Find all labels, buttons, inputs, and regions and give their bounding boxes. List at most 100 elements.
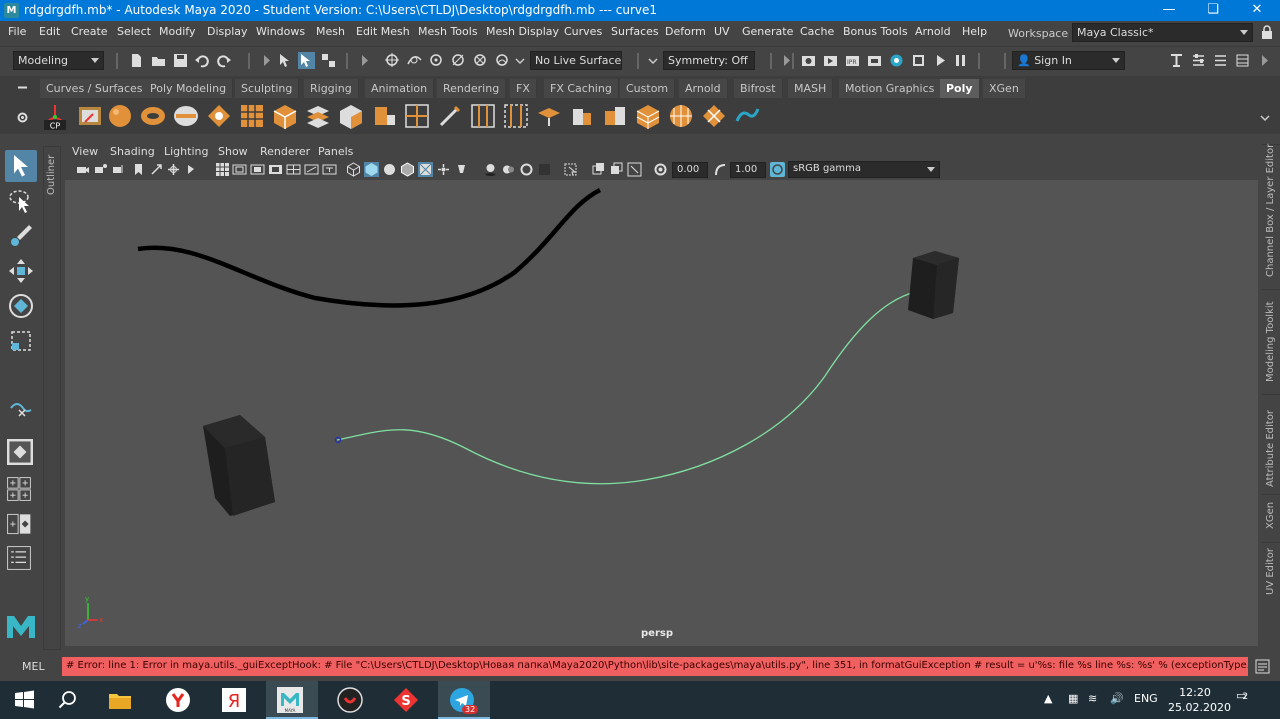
perspective-viewport[interactable]: y x z persp — [65, 180, 1258, 646]
smooth-icon[interactable] — [666, 101, 696, 131]
shelf-menu-icon[interactable] — [14, 79, 31, 96]
wireframe-icon[interactable] — [346, 162, 361, 177]
fill-hole-icon[interactable] — [600, 101, 630, 131]
render-frame-icon[interactable] — [822, 52, 839, 69]
minimize-icon[interactable]: — — [1146, 0, 1192, 21]
grid-toggle-icon[interactable] — [215, 162, 230, 177]
tab-xgen[interactable]: XGen — [983, 79, 1026, 98]
menu-mesh-tools[interactable]: Mesh Tools — [418, 25, 478, 38]
side-by-side-layout-icon[interactable] — [5, 510, 33, 538]
wifi-icon[interactable]: ≋ — [1088, 692, 1097, 705]
menu-edit-mesh[interactable]: Edit Mesh — [356, 25, 410, 38]
hud-toggle-icon[interactable] — [627, 162, 642, 177]
smooth-shade-icon[interactable] — [364, 162, 379, 177]
render-view-icon[interactable] — [800, 52, 817, 69]
error-output-field[interactable]: # Error: line 1: Error in maya.utils._gu… — [62, 657, 1248, 676]
menu-curves[interactable]: Curves — [564, 25, 602, 38]
maya-icon[interactable]: MAYA — [266, 681, 318, 719]
render-setup-icon[interactable] — [910, 52, 927, 69]
system-tray-app-icon[interactable]: ▦ — [1068, 692, 1078, 705]
undo-icon[interactable] — [194, 52, 211, 69]
use-default-material-icon[interactable] — [382, 162, 397, 177]
language-indicator[interactable]: ENG — [1134, 692, 1158, 705]
select-component-icon[interactable] — [320, 52, 337, 69]
clock[interactable]: 12:20 25.02.2020 — [1168, 685, 1231, 715]
live-surface-field[interactable]: No Live Surface — [530, 51, 622, 70]
pause-icon[interactable] — [952, 52, 969, 69]
workspace-select[interactable]: Maya Classic* — [1072, 23, 1253, 42]
panel-menu-panels[interactable]: Panels — [318, 145, 353, 158]
tab-attribute-editor[interactable]: Attribute Editor — [1262, 394, 1280, 489]
isolate-select-icon[interactable] — [563, 162, 578, 177]
menu-bonus-tools[interactable]: Bonus Tools — [843, 25, 908, 38]
mode-select[interactable]: Modeling — [13, 51, 104, 70]
tab-fx[interactable]: FX — [510, 79, 537, 98]
film-gate-icon[interactable] — [232, 162, 247, 177]
telegram-icon[interactable]: 32 — [438, 681, 490, 719]
combine-icon[interactable] — [633, 101, 663, 131]
tab-mash[interactable]: MASH — [788, 79, 834, 98]
tab-curves-surfaces[interactable]: Curves / Surfaces — [40, 79, 150, 98]
tab-custom[interactable]: Custom — [620, 79, 676, 98]
script-language-toggle[interactable]: MEL — [22, 660, 45, 673]
shadows-icon[interactable] — [483, 162, 498, 177]
menu-help[interactable]: Help — [962, 25, 987, 38]
offset-edge-loop-icon[interactable] — [501, 101, 531, 131]
panel-menu-shading[interactable]: Shading — [110, 145, 155, 158]
camera-select-icon[interactable] — [75, 162, 90, 177]
chevron-down-icon[interactable] — [645, 52, 662, 69]
script-editor-icon[interactable] — [1254, 658, 1271, 675]
field-chart-icon[interactable] — [286, 162, 301, 177]
paint-select-tool-icon[interactable] — [5, 220, 37, 252]
snap-live-icon[interactable] — [472, 52, 489, 69]
multisample-aa-icon[interactable] — [537, 162, 552, 177]
menu-select[interactable]: Select — [117, 25, 151, 38]
tab-xgen[interactable]: XGen — [1262, 494, 1280, 530]
tab-motion-graphics[interactable]: Motion Graphics — [839, 79, 942, 98]
layered-planes-icon[interactable] — [303, 101, 333, 131]
menu-deform[interactable]: Deform — [665, 25, 706, 38]
bridge-icon[interactable] — [534, 101, 564, 131]
motion-blur-icon[interactable] — [519, 162, 534, 177]
camera-attributes-icon[interactable] — [93, 162, 108, 177]
ipr-render-icon[interactable]: IPR — [844, 52, 861, 69]
search-icon[interactable] — [44, 681, 92, 719]
menu-generate[interactable]: Generate — [742, 25, 793, 38]
bevel-icon[interactable] — [369, 101, 399, 131]
outliner-layout-icon[interactable] — [5, 544, 33, 572]
safe-action-icon[interactable] — [304, 162, 319, 177]
select-tool-icon[interactable] — [5, 150, 37, 182]
menu-windows[interactable]: Windows — [256, 25, 305, 38]
maximize-icon[interactable]: ❏ — [1190, 0, 1236, 21]
cube-icon[interactable] — [270, 101, 300, 131]
tab-rendering[interactable]: Rendering — [437, 79, 507, 98]
knife-icon[interactable] — [435, 101, 465, 131]
exposure-icon[interactable] — [653, 162, 668, 177]
fit-view-icon[interactable] — [184, 162, 199, 177]
gear-icon[interactable] — [14, 109, 31, 126]
color-space-select[interactable]: sRGB gamma — [788, 161, 940, 178]
menu-create[interactable]: Create — [71, 25, 108, 38]
gamma-field[interactable]: 1.00 — [730, 162, 766, 178]
save-scene-icon[interactable] — [172, 52, 189, 69]
menu-edit[interactable]: Edit — [39, 25, 60, 38]
panel-menu-view[interactable]: View — [72, 145, 98, 158]
menu-mesh-display[interactable]: Mesh Display — [486, 25, 559, 38]
single-perspective-layout-icon[interactable] — [7, 439, 33, 465]
channel-box-icon[interactable] — [1234, 52, 1251, 69]
xray-joints-icon[interactable] — [591, 162, 606, 177]
move-tool-icon[interactable] — [5, 255, 37, 287]
reduce-icon[interactable] — [699, 101, 729, 131]
tab-fx-caching[interactable]: FX Caching — [544, 79, 619, 98]
menu-cache[interactable]: Cache — [800, 25, 834, 38]
new-scene-icon[interactable] — [128, 52, 145, 69]
outliner-collapsed-tab[interactable]: Outliner — [43, 146, 61, 650]
modeling-toolkit-icon[interactable] — [1168, 52, 1185, 69]
grid-plane-icon[interactable] — [237, 101, 267, 131]
exposure-field[interactable]: 0.00 — [672, 162, 708, 178]
snap-surface-icon[interactable] — [494, 52, 511, 69]
diamond-icon[interactable] — [204, 101, 234, 131]
close-icon[interactable]: ✕ — [1234, 0, 1280, 21]
yandex-browser-icon[interactable] — [154, 681, 202, 719]
tool-settings-icon[interactable] — [1212, 52, 1229, 69]
